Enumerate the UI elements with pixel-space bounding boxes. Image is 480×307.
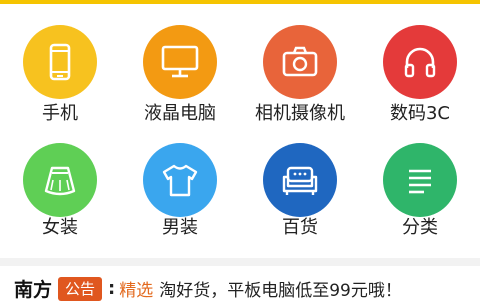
announcement-badge: 公告 <box>58 276 103 301</box>
ticker-text[interactable]: 淘好货，平板电脑低至99元哦！ <box>159 276 402 301</box>
category-grid: 手机 液晶电脑 相机摄像机 数码3C 女装 男装 百货 分类 <box>0 4 480 256</box>
skirt-icon <box>23 143 97 217</box>
category-general-goods[interactable]: 百货 <box>240 4 360 238</box>
list-icon <box>383 143 457 217</box>
announcement-ticker[interactable]: 南方 公告 : 精选 淘好货，平板电脑低至99元哦！ <box>0 270 480 307</box>
ticker-brand: 南方 <box>14 279 53 301</box>
category-label: 百货 <box>282 217 318 238</box>
category-womens-wear[interactable]: 女装 <box>0 4 120 238</box>
tshirt-icon <box>143 143 217 217</box>
ticker-tag: 精选 <box>119 281 154 301</box>
category-label: 分类 <box>402 217 438 238</box>
category-mens-wear[interactable]: 男装 <box>120 4 240 238</box>
category-all[interactable]: 分类 <box>360 4 480 238</box>
category-label: 男装 <box>162 217 198 238</box>
category-label: 女装 <box>42 217 78 238</box>
section-divider <box>0 258 480 266</box>
ticker-colon: : <box>108 278 116 299</box>
sofa-icon <box>263 143 337 217</box>
